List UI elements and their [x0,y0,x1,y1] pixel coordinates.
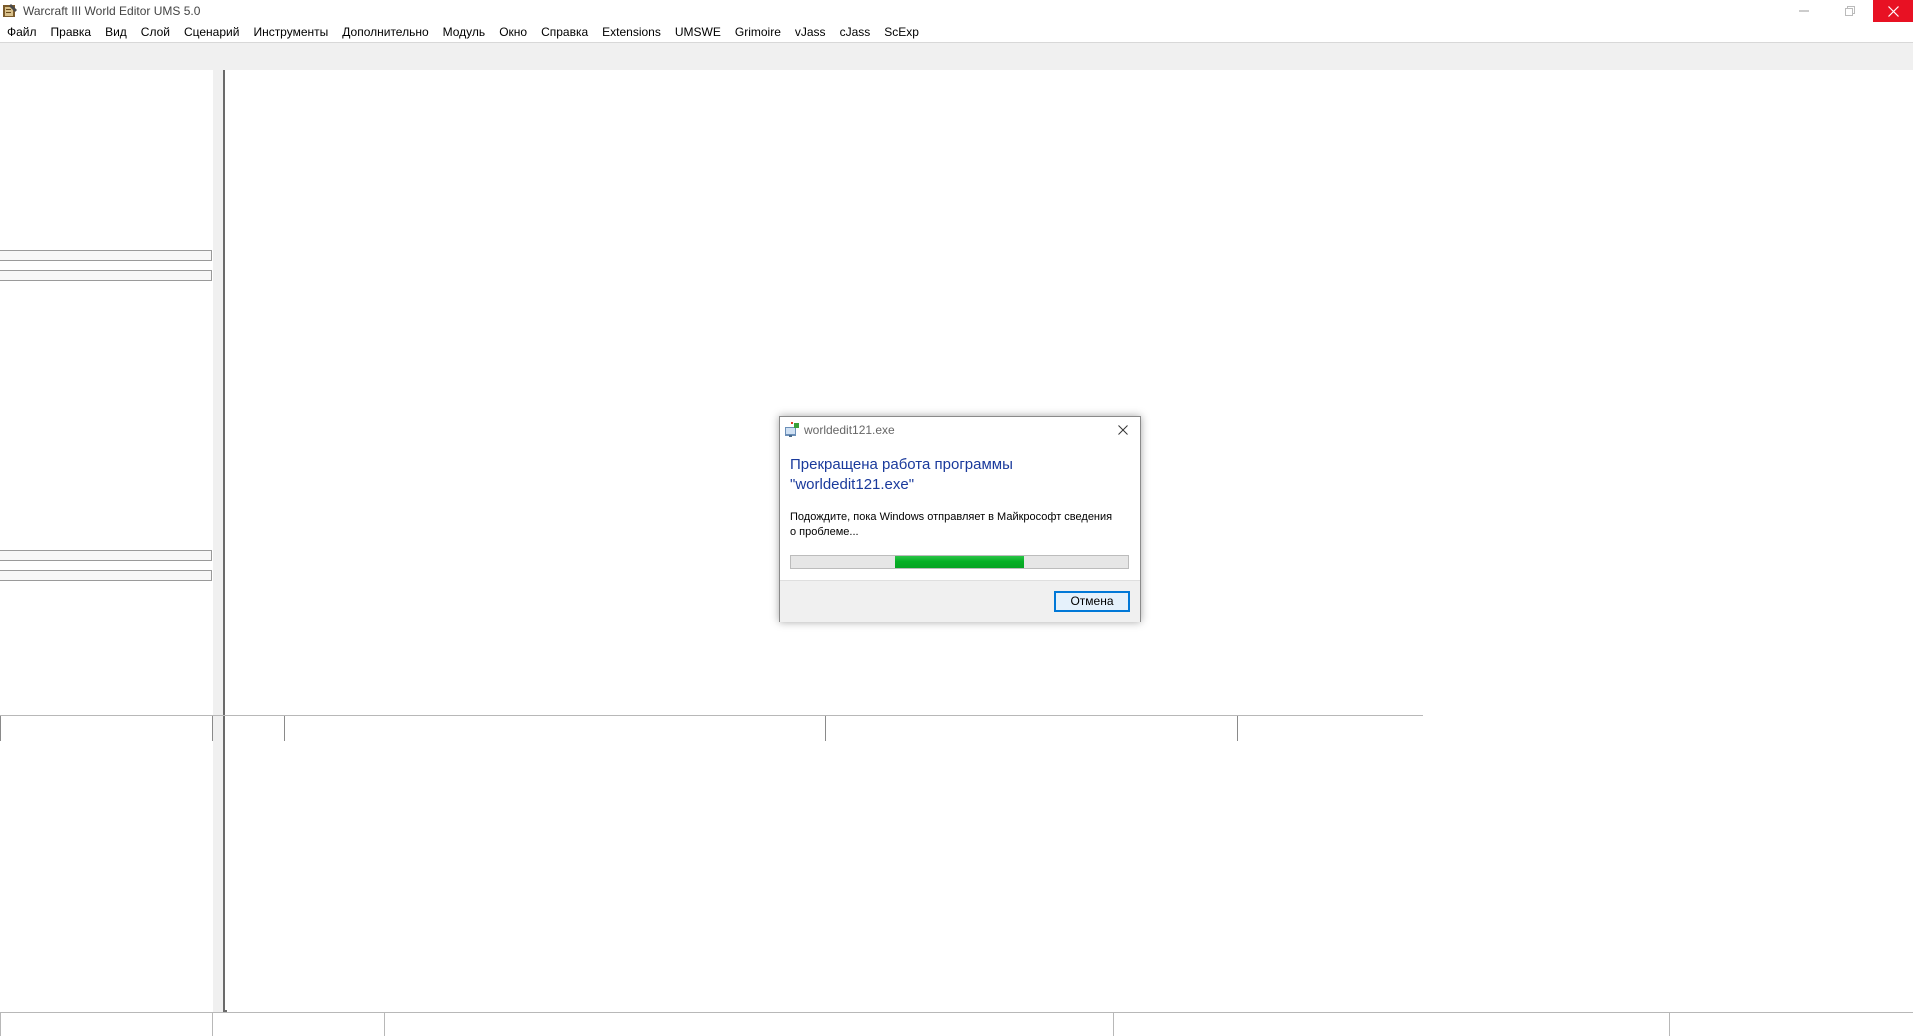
menu-file[interactable]: Файл [0,22,44,42]
menu-edit[interactable]: Правка [44,22,99,42]
world-editor-icon [2,3,18,19]
status-bar [0,1012,1913,1036]
left-panel [0,70,213,1010]
status-separator [1113,1013,1114,1036]
column-separator [0,716,1,741]
menu-module[interactable]: Модуль [436,22,493,42]
minimize-icon [1799,10,1809,12]
progress-bar-fill [895,556,1024,568]
status-separator [1669,1013,1670,1036]
minimize-button[interactable] [1781,0,1827,22]
dialog-close-button[interactable] [1114,421,1132,439]
window-title: Warcraft III World Editor UMS 5.0 [23,4,201,18]
menu-scexp[interactable]: ScExp [877,22,926,42]
toolbar [0,43,1913,70]
menu-cjass[interactable]: cJass [833,22,878,42]
column-separator [825,716,826,741]
dialog-title: worldedit121.exe [804,423,895,437]
title-bar: Warcraft III World Editor UMS 5.0 [0,0,1913,22]
panel-splitter[interactable] [213,70,225,1032]
dialog-message: Подождите, пока Windows отправляет в Май… [790,511,1113,538]
dialog-heading: Прекращена работа программы "worldedit12… [790,456,1013,493]
windows-error-reporting-icon [784,422,800,438]
dialog-title-bar: worldedit121.exe [780,417,1140,443]
column-separator [212,716,213,741]
menu-help[interactable]: Справка [534,22,595,42]
left-panel-scrollbar[interactable] [0,250,212,261]
menu-scenario[interactable]: Сценарий [177,22,246,42]
menu-vjass[interactable]: vJass [788,22,833,42]
menu-advanced[interactable]: Дополнительно [335,22,435,42]
column-separator [284,716,285,741]
status-separator [0,1013,1,1036]
menu-window[interactable]: Окно [492,22,534,42]
cancel-button[interactable]: Отмена [1054,591,1130,612]
maximize-button[interactable] [1827,0,1873,22]
status-separator [212,1013,213,1036]
dialog-footer: Отмена [780,580,1140,622]
menu-umswe[interactable]: UMSWE [668,22,728,42]
menu-grimoire[interactable]: Grimoire [728,22,788,42]
menu-tools[interactable]: Инструменты [246,22,335,42]
error-report-dialog: worldedit121.exe Прекращена работа прогр… [779,416,1141,622]
close-icon [1887,5,1899,17]
close-icon [1118,425,1128,435]
menu-extensions[interactable]: Extensions [595,22,668,42]
restore-icon [1845,6,1855,16]
world-editor-window: Warcraft III World Editor UMS 5.0 Файл П… [0,0,1913,1036]
menu-layer[interactable]: Слой [134,22,177,42]
close-button[interactable] [1873,0,1913,22]
column-row-divider [0,715,1423,716]
left-panel-scrollbar[interactable] [0,270,212,281]
left-panel-scrollbar[interactable] [0,570,212,581]
status-separator [384,1013,385,1036]
column-separator [1237,716,1238,741]
menu-bar: Файл Правка Вид Слой Сценарий Инструмент… [0,22,1913,43]
progress-bar [790,555,1129,569]
menu-view[interactable]: Вид [98,22,134,42]
left-panel-scrollbar[interactable] [0,550,212,561]
